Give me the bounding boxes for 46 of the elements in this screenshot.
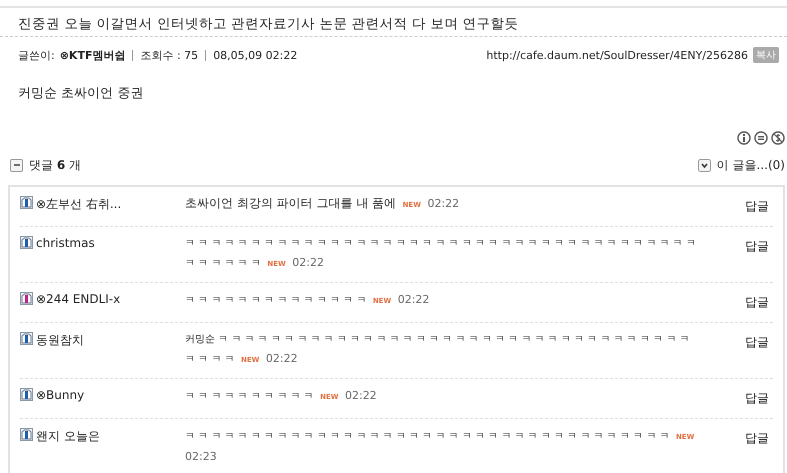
collapse-button[interactable]	[10, 158, 23, 172]
comment-text: ㅋ ㅋ ㅋ ㅋ ㅋ ㅋ ㅋ ㅋ ㅋ ㅋ ㅋ ㅋ ㅋ ㅋ ㅋ ㅋ ㅋ ㅋ ㅋ ㅋ ㅋ ㅋ ㅋ ㅋ ㅋ ㅋ ㅋ ㅋ ㅋ ㅋ ㅋ ㅋ ㅋ ㅋ ㅋ ㅋ ㅋ ㅋ ㅋ	[185, 237, 697, 251]
comment-text: ㅋ ㅋ ㅋ ㅋ	[185, 354, 235, 365]
comment-text: ㅋ ㅋ ㅋ ㅋ ㅋ ㅋ	[185, 258, 261, 269]
related-posts-link[interactable]: 이 글을...(0)	[716, 156, 785, 174]
non-commercial-icon	[771, 131, 785, 145]
post-url: http://cafe.daum.net/SoulDresser/4ENY/256286	[486, 48, 748, 62]
comment-text: ㅋ ㅋ ㅋ ㅋ ㅋ ㅋ ㅋ ㅋ ㅋ ㅋ	[185, 391, 314, 402]
author-name[interactable]: ⊗KTF멤버쉽	[60, 48, 126, 62]
reply-button[interactable]: 답글	[745, 236, 769, 255]
comment-author[interactable]: christmas	[36, 236, 95, 250]
comment-count: 댓글 6 개	[29, 156, 82, 174]
comment-author[interactable]: 동원참치	[36, 332, 84, 349]
view-count: 조회수 : 75	[140, 48, 198, 62]
post-title: 진중권 오늘 이갈면서 인터넷하고 관련자료기사 논문 관련서적 다 보며 연구할듯	[0, 8, 787, 37]
comment-time: 02:22	[344, 389, 377, 402]
comment-text: 초싸이언 최강의 파이터 그대를 내 품에	[185, 196, 396, 210]
comment-author[interactable]: ⊗244 ENDLI-x	[36, 292, 120, 306]
comment-time: 02:22	[427, 197, 460, 210]
comment-author[interactable]: 왠지 오늘은	[36, 428, 100, 445]
member-icon	[20, 292, 33, 305]
comment-time: 02:22	[398, 293, 430, 306]
member-icon	[20, 388, 33, 401]
reply-button[interactable]: 답글	[745, 196, 769, 215]
reply-button[interactable]: 답글	[745, 332, 769, 351]
comment-text: ㅋ ㅋ ㅋ ㅋ ㅋ ㅋ ㅋ ㅋ ㅋ ㅋ ㅋ ㅋ ㅋ ㅋ	[185, 295, 366, 306]
member-icon	[20, 196, 33, 209]
post-body: 커밍순 초싸이언 중권	[17, 85, 144, 103]
reply-button[interactable]: 답글	[745, 388, 769, 407]
member-icon	[20, 332, 33, 345]
comment-author[interactable]: ⊗Bunny	[36, 388, 84, 402]
no-derivatives-icon	[754, 131, 768, 145]
post-date: 08,05,09 02:22	[213, 48, 298, 62]
comment-text: 커밍순 ㅋ ㅋ ㅋ ㅋ ㅋ ㅋ ㅋ ㅋ ㅋ ㅋ ㅋ ㅋ ㅋ ㅋ ㅋ ㅋ ㅋ ㅋ ㅋ ㅋ ㅋ ㅋ ㅋ ㅋ ㅋ ㅋ ㅋ ㅋ ㅋ ㅋ ㅋ ㅋ ㅋ ㅋ ㅋ ㅋ	[185, 333, 690, 347]
comment-time: 02:22	[292, 256, 324, 269]
reply-button[interactable]: 답글	[745, 292, 769, 311]
attribution-icon	[737, 131, 751, 145]
comment-author[interactable]: ⊗左부선 右취...	[36, 196, 122, 213]
author-label: 글쓴이:	[18, 48, 55, 62]
reply-button[interactable]: 답글	[745, 428, 769, 447]
comment-time: 02:23	[185, 450, 217, 463]
member-icon	[20, 236, 33, 249]
member-icon	[20, 428, 33, 441]
comment-text: ㅋ ㅋ ㅋ ㅋ ㅋ ㅋ ㅋ ㅋ ㅋ ㅋ ㅋ ㅋ ㅋ ㅋ ㅋ ㅋ ㅋ ㅋ ㅋ ㅋ ㅋ ㅋ ㅋ ㅋ ㅋ ㅋ ㅋ ㅋ ㅋ ㅋ ㅋ ㅋ ㅋ ㅋ ㅋ ㅋ ㅋ	[185, 431, 670, 442]
comment-time: 02:22	[266, 352, 298, 365]
dropdown-icon[interactable]	[698, 158, 711, 172]
